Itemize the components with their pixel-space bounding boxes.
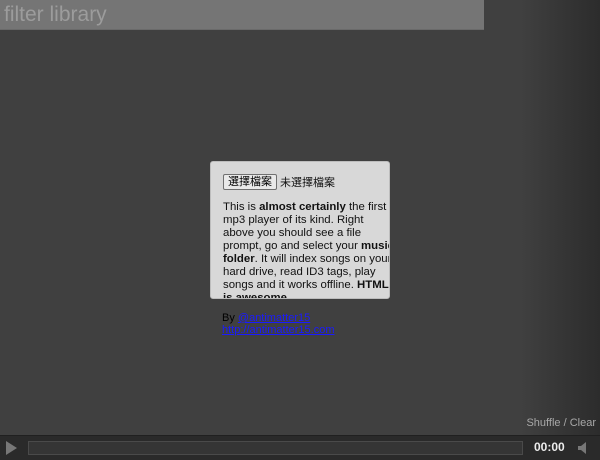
shuffle-link[interactable]: Shuffle <box>526 417 560 429</box>
shuffle-clear-controls: Shuffle / Clear <box>526 417 596 429</box>
volume-icon[interactable] <box>578 442 592 454</box>
credits-by-label: By <box>222 312 238 324</box>
app-root: 選擇檔案 未選擇檔案 This is almost certainly the … <box>0 0 600 460</box>
player-bar: 00:00 <box>0 435 600 460</box>
seek-bar[interactable] <box>28 441 523 455</box>
website-link[interactable]: http://antimatter15.com <box>222 324 335 336</box>
clear-link[interactable]: Clear <box>570 417 596 429</box>
no-file-chosen-label: 未選擇檔案 <box>280 176 335 189</box>
controls-separator: / <box>560 417 570 429</box>
time-display: 00:00 <box>534 440 565 454</box>
filter-library-input[interactable] <box>0 0 484 30</box>
welcome-dialog: 選擇檔案 未選擇檔案 This is almost certainly the … <box>210 161 390 299</box>
credits-line-2: http://antimatter15.com <box>222 324 335 336</box>
filter-bar <box>0 0 484 30</box>
desc-part-1: This is <box>223 201 260 213</box>
choose-file-button[interactable]: 選擇檔案 <box>223 174 277 190</box>
credits: By @antimatter15 http://antimatter15.com <box>222 312 335 336</box>
file-prompt: 選擇檔案 未選擇檔案 <box>223 173 389 191</box>
twitter-link[interactable]: @antimatter15 <box>238 312 310 324</box>
desc-bold-1: almost certainly <box>259 201 346 213</box>
credits-line-1: By @antimatter15 <box>222 312 335 324</box>
play-icon[interactable] <box>6 441 17 455</box>
description-text: This is almost certainly the first mp3 p… <box>223 201 389 298</box>
